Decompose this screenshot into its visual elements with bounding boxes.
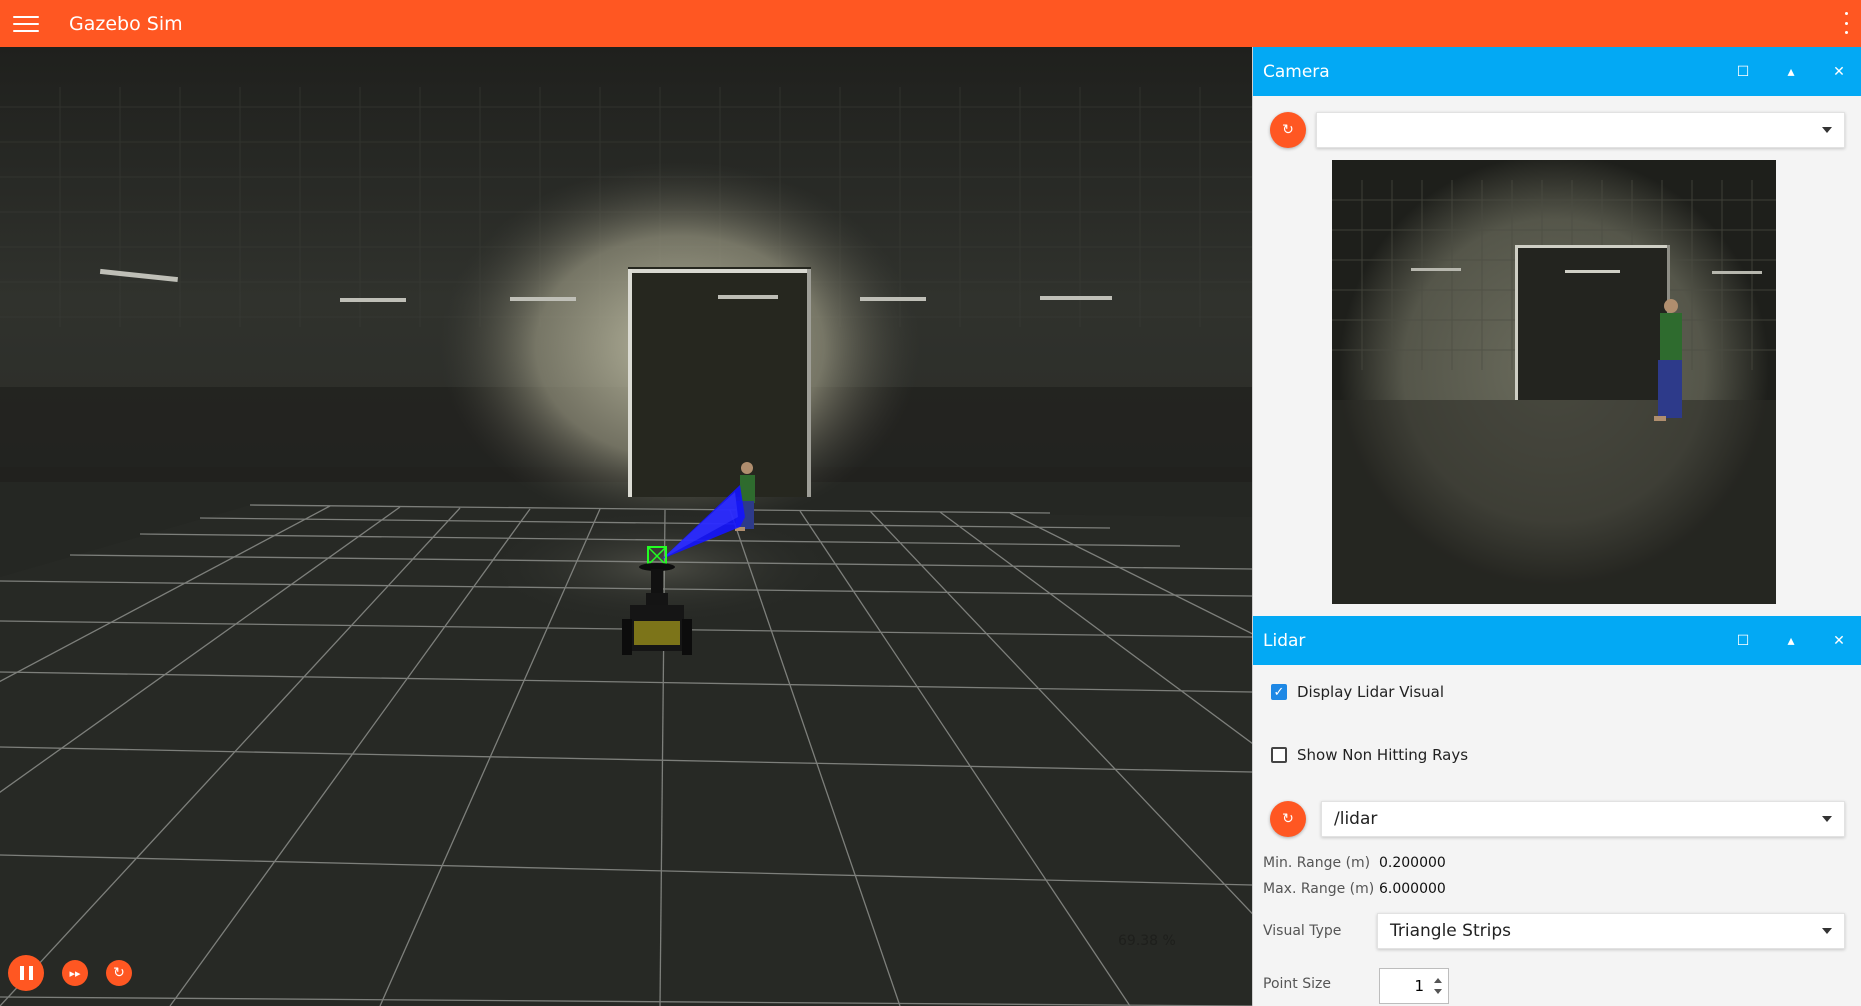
lidar-panel-header: Lidar ☐ ▴ ✕: [1253, 616, 1861, 665]
checkbox-box: [1271, 747, 1287, 763]
visual-type-value: Triangle Strips: [1390, 921, 1511, 941]
app-title: Gazebo Sim: [69, 12, 183, 35]
reset-icon[interactable]: ↻: [106, 960, 132, 986]
point-size-value: 1: [1414, 977, 1424, 995]
camera-panel-title: Camera: [1263, 61, 1330, 82]
stepper-up-icon[interactable]: [1434, 978, 1442, 983]
camera-render: [1332, 160, 1776, 604]
camera-image: [1332, 160, 1776, 604]
lidar-topic-dropdown[interactable]: /lidar: [1321, 801, 1845, 837]
maximize-icon[interactable]: ☐: [1734, 633, 1752, 649]
right-panel: Camera ☐ ▴ ✕ ↻ Lidar ☐ ▴ ✕ ✓ Display Lid…: [1252, 47, 1861, 1006]
camera-panel-header: Camera ☐ ▴ ✕: [1253, 47, 1861, 96]
lidar-panel-title: Lidar: [1263, 630, 1306, 651]
fast-forward-icon[interactable]: ▸▸: [62, 960, 88, 986]
more-options-icon[interactable]: [1845, 12, 1851, 34]
max-range-value: 6.000000: [1379, 881, 1446, 897]
show-non-hitting-rays-checkbox[interactable]: Show Non Hitting Rays: [1271, 746, 1468, 764]
lidar-refresh-icon[interactable]: ↻: [1270, 801, 1306, 837]
title-bar: Gazebo Sim: [0, 0, 1861, 47]
min-range-label: Min. Range (m): [1263, 855, 1371, 871]
doorway: [628, 267, 811, 497]
show-non-hitting-rays-label: Show Non Hitting Rays: [1297, 746, 1469, 764]
3d-viewport[interactable]: 69.38 % ▸▸ ↻: [0, 47, 1252, 1006]
lidar-topic-value: /lidar: [1334, 809, 1378, 829]
checkmark-icon: ✓: [1271, 684, 1287, 700]
camera-panel: Camera ☐ ▴ ✕ ↻: [1253, 47, 1861, 613]
point-size-stepper[interactable]: 1: [1379, 968, 1449, 1004]
chevron-down-icon: [1822, 928, 1832, 934]
chevron-down-icon: [1822, 127, 1832, 133]
close-icon[interactable]: ✕: [1830, 633, 1848, 649]
camera-refresh-icon[interactable]: ↻: [1270, 112, 1306, 148]
close-icon[interactable]: ✕: [1830, 64, 1848, 80]
collapse-icon[interactable]: ▴: [1782, 633, 1800, 649]
min-range-value: 0.200000: [1379, 855, 1446, 871]
collapse-icon[interactable]: ▴: [1782, 64, 1800, 80]
display-lidar-visual-label: Display Lidar Visual: [1297, 683, 1445, 701]
pause-icon[interactable]: [8, 955, 44, 991]
lidar-panel: Lidar ☐ ▴ ✕ ✓ Display Lidar Visual Show …: [1253, 616, 1861, 1006]
playback-controls: ▸▸ ↻: [8, 955, 132, 991]
chevron-down-icon: [1822, 816, 1832, 822]
scene-render: [0, 47, 1252, 1006]
visual-type-dropdown[interactable]: Triangle Strips: [1377, 913, 1845, 949]
display-lidar-visual-checkbox[interactable]: ✓ Display Lidar Visual: [1271, 683, 1444, 701]
point-size-label: Point Size: [1263, 976, 1331, 992]
real-time-factor: 69.38 %: [1118, 933, 1176, 949]
hamburger-menu-icon[interactable]: [13, 12, 39, 36]
stepper-down-icon[interactable]: [1434, 989, 1442, 994]
visual-type-label: Visual Type: [1263, 923, 1342, 939]
maximize-icon[interactable]: ☐: [1734, 64, 1752, 80]
camera-topic-dropdown[interactable]: [1316, 112, 1845, 148]
max-range-label: Max. Range (m): [1263, 881, 1375, 897]
